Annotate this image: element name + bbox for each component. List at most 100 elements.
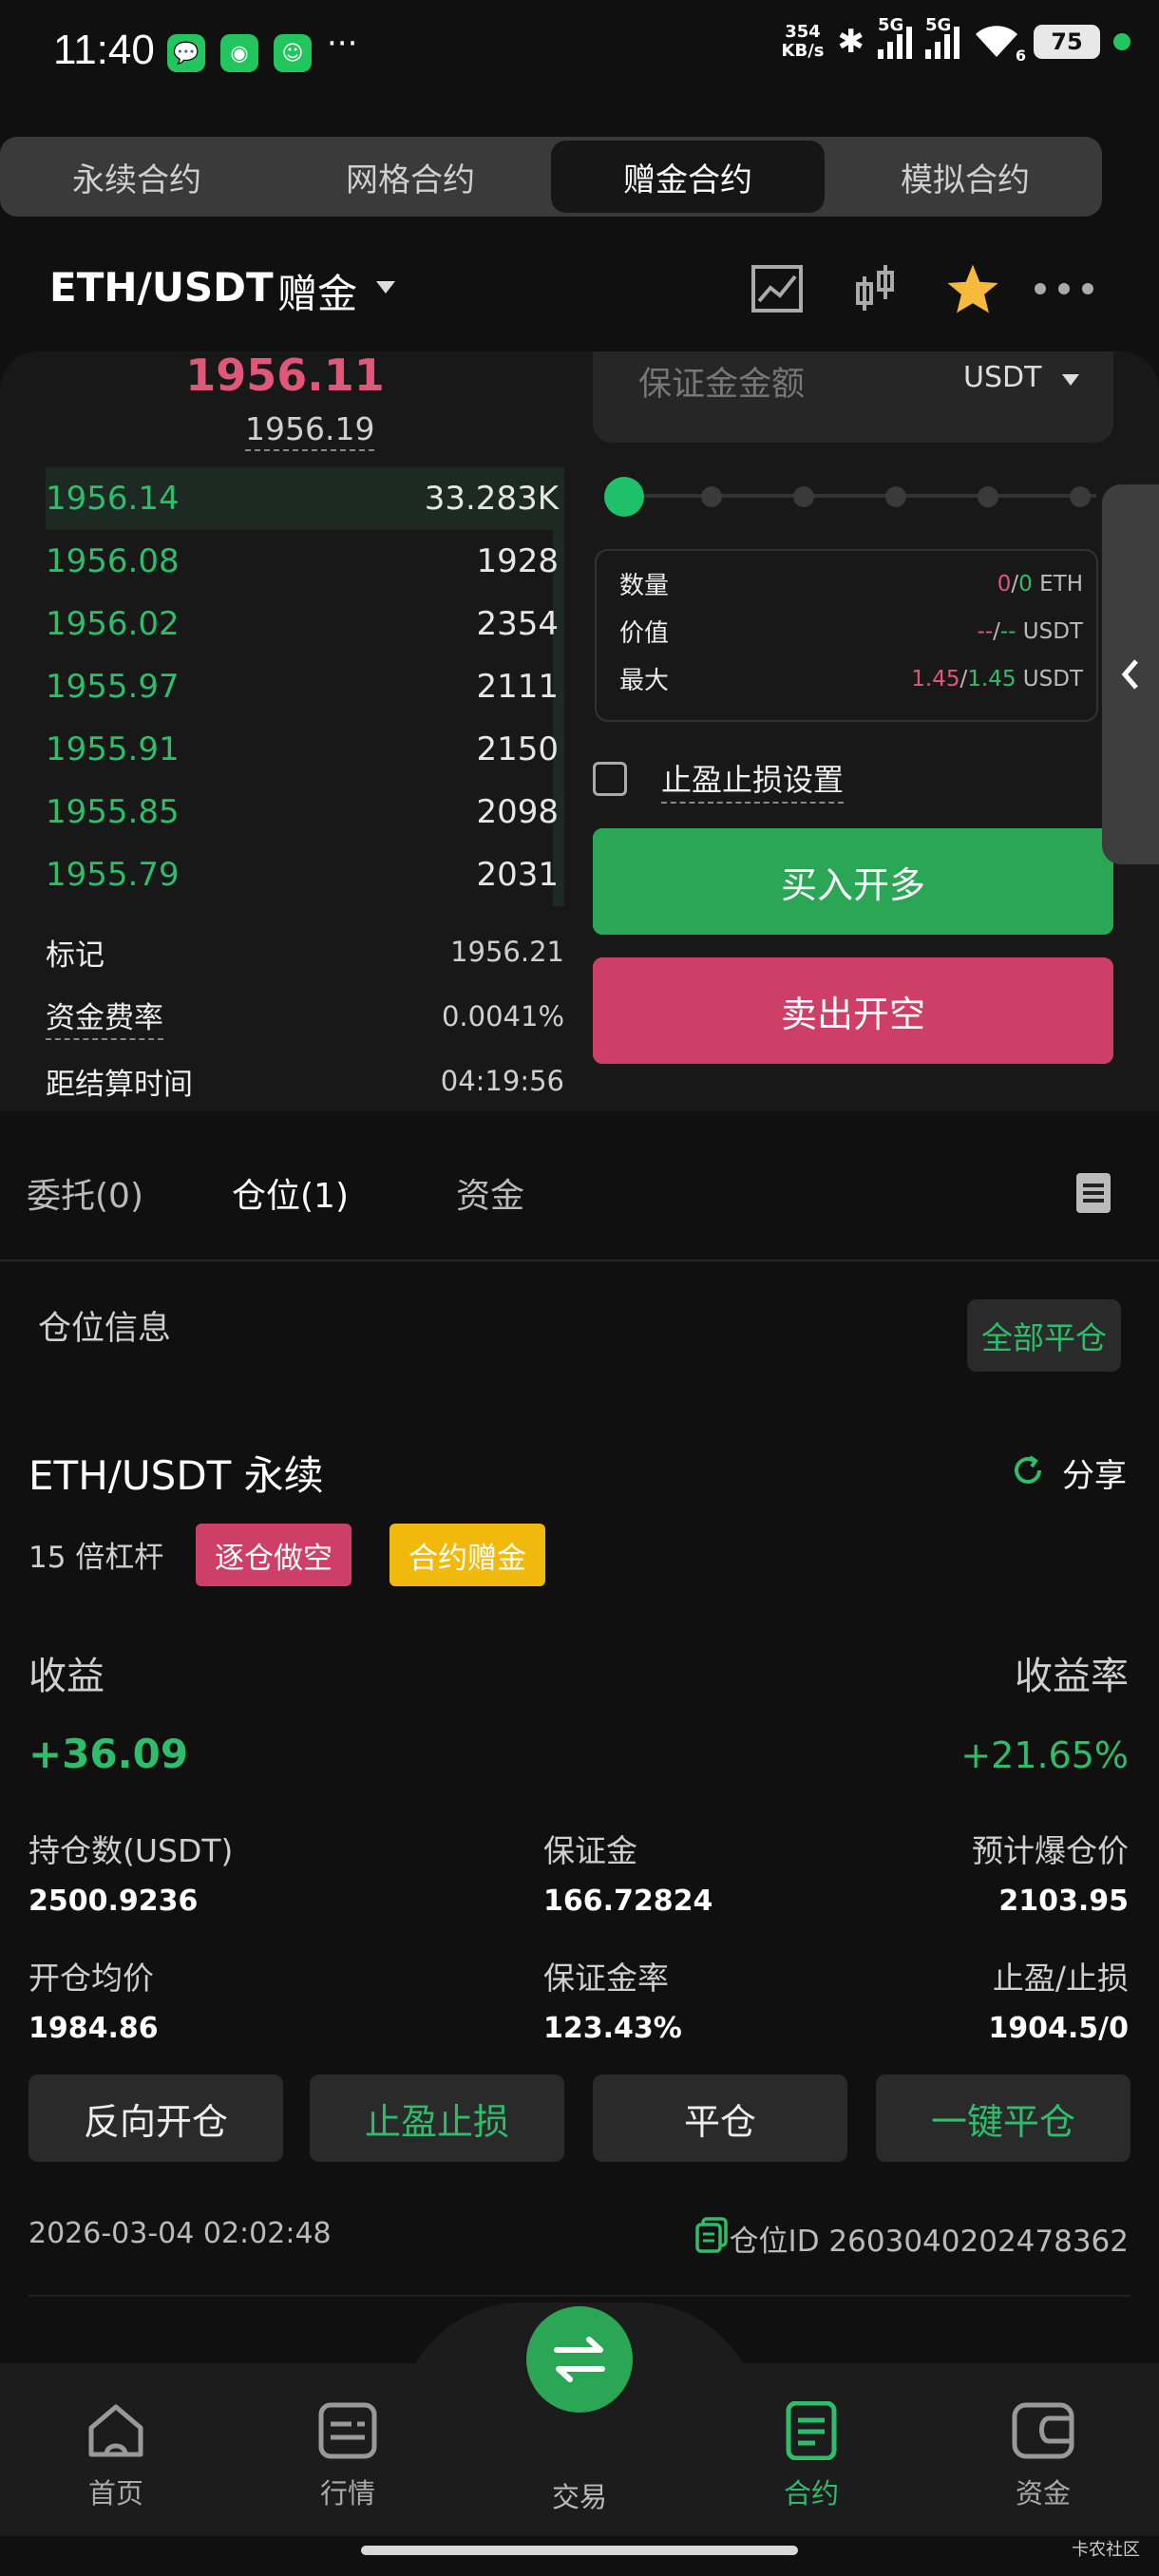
- home-icon: [88, 2404, 143, 2457]
- tpsl-label[interactable]: 止盈止损设置: [661, 756, 845, 804]
- roe-value: +21.65%: [960, 1734, 1129, 1776]
- bluetooth-icon: ✱: [837, 23, 865, 61]
- margin-ratio-value: 123.43%: [543, 2012, 682, 2045]
- separator: [28, 2295, 1130, 2297]
- max-row: 最大 1.45/1.45 USDT: [619, 666, 1083, 696]
- orderbook-row[interactable]: 1956.02 2354: [46, 595, 559, 653]
- pnl-value: +36.09: [28, 1731, 189, 1777]
- value-row: 价值 --/-- USDT: [619, 618, 1083, 649]
- swap-icon: [554, 2337, 605, 2382]
- slider-handle[interactable]: [604, 477, 644, 517]
- messages-app-icon: 💬: [167, 34, 205, 72]
- close-all-button[interactable]: 全部平仓: [967, 1299, 1121, 1372]
- watermark: 卡农社区: [1072, 2540, 1140, 2560]
- favorite-star-icon[interactable]: [944, 258, 1001, 319]
- section-title: 仓位信息: [38, 1310, 172, 1348]
- leverage-slider[interactable]: [604, 473, 1098, 519]
- tab-grid[interactable]: 网格合约: [274, 137, 547, 217]
- chevron-down-icon[interactable]: [1062, 374, 1079, 386]
- margin-amount-input[interactable]: 保证金金额 USDT: [593, 351, 1113, 443]
- side-badge: 逐仓做空: [196, 1524, 352, 1586]
- position-timestamp: 2026-03-04 02:02:48: [28, 2217, 332, 2250]
- nav-assets[interactable]: 资金: [967, 2401, 1119, 2511]
- tab-divider: [0, 1260, 1159, 1261]
- tpsl-button[interactable]: 止盈止损: [310, 2074, 564, 2162]
- bonus-badge: 合约赠金: [390, 1524, 545, 1586]
- tab-demo[interactable]: 模拟合约: [828, 137, 1102, 217]
- liq-value: 2103.95: [998, 1885, 1129, 1918]
- leverage-label: 15 倍杠杆: [28, 1541, 164, 1575]
- slider-track: [621, 494, 1096, 498]
- signal-2: 5G: [925, 15, 960, 59]
- buy-long-button[interactable]: 买入开多: [593, 828, 1113, 935]
- nav-contract[interactable]: 合约: [735, 2401, 887, 2511]
- nav-trade-label[interactable]: 交易: [504, 2475, 656, 2515]
- margin-label: 保证金: [543, 1832, 637, 1869]
- battery-icon: 75: [1034, 25, 1100, 59]
- tpsl-info-value: 1904.5/0: [988, 2012, 1129, 2045]
- orderbook-row[interactable]: 1956.14 33.283K: [46, 469, 559, 528]
- close-position-button[interactable]: 平仓: [593, 2074, 847, 2162]
- slider-step[interactable]: [885, 486, 906, 507]
- copy-icon[interactable]: [695, 2217, 730, 2253]
- tab-perpetual[interactable]: 永续合约: [0, 137, 274, 217]
- nav-market[interactable]: 行情: [272, 2401, 424, 2511]
- reverse-open-button[interactable]: 反向开仓: [28, 2074, 283, 2162]
- chart-icon[interactable]: [750, 258, 804, 319]
- roe-label: 收益率: [1015, 1655, 1129, 1698]
- nav-home[interactable]: 首页: [40, 2401, 192, 2511]
- entry-label: 开仓均价: [28, 1960, 154, 1997]
- document-icon[interactable]: [1075, 1172, 1112, 1214]
- wifi-icon: 6: [973, 25, 1026, 65]
- amount-unit-select[interactable]: USDT: [963, 361, 1041, 394]
- tpsl-checkbox[interactable]: [593, 762, 627, 796]
- chevron-down-icon[interactable]: [376, 281, 395, 294]
- contract-tabs: 永续合约 网格合约 赠金合约 模拟合约: [0, 137, 1102, 217]
- liq-label: 预计爆仓价: [972, 1832, 1129, 1869]
- mark-row: 标记 1956.21: [46, 936, 564, 973]
- pair-selector[interactable]: ETH/USDT: [49, 264, 274, 311]
- slider-step[interactable]: [978, 486, 998, 507]
- slider-step[interactable]: [701, 486, 722, 507]
- mode-label[interactable]: 赠金: [277, 262, 357, 320]
- amount-placeholder: 保证金金额: [638, 366, 806, 404]
- tab-orders[interactable]: 委托(0): [27, 1168, 143, 1218]
- sell-short-button[interactable]: 卖出开空: [593, 957, 1113, 1064]
- slider-step[interactable]: [1070, 486, 1091, 507]
- chevron-left-icon: [1121, 659, 1138, 690]
- position-id[interactable]: 仓位ID 2603040202478362: [730, 2217, 1129, 2260]
- margin-value: 166.72824: [543, 1885, 713, 1918]
- side-drawer-handle[interactable]: [1102, 484, 1159, 864]
- candlestick-icon[interactable]: [851, 258, 899, 319]
- slider-step[interactable]: [793, 486, 814, 507]
- wechat-app-icon: ◉: [220, 34, 258, 72]
- orderbook-row[interactable]: 1955.91 2150: [46, 720, 559, 779]
- more-notifications-icon: ···: [327, 25, 358, 63]
- tab-positions[interactable]: 仓位(1): [232, 1168, 349, 1218]
- share-icon[interactable]: [1011, 1453, 1045, 1487]
- home-indicator[interactable]: [361, 2546, 798, 2555]
- contract-icon: [786, 2401, 837, 2460]
- orderbook-row[interactable]: 1956.08 1928: [46, 532, 559, 591]
- more-icon[interactable]: [1034, 258, 1094, 319]
- tab-bonus[interactable]: 赠金合约: [551, 141, 825, 213]
- tab-funds[interactable]: 资金: [456, 1168, 524, 1218]
- last-price: 1956.11: [185, 350, 385, 401]
- orderbook-row[interactable]: 1955.79 2031: [46, 845, 559, 904]
- funding-row[interactable]: 资金费率 0.0041%: [46, 988, 564, 1045]
- position-symbol: ETH/USDT 永续: [28, 1452, 324, 1499]
- orderbook-row[interactable]: 1955.97 2111: [46, 657, 559, 716]
- signal-1: 5G: [878, 15, 912, 59]
- order-summary: 数量 0/0 ETH 价值 --/-- USDT 最大 1.45/1.45 US…: [595, 549, 1098, 722]
- one-click-close-button[interactable]: 一键平仓: [876, 2074, 1130, 2162]
- size-value: 2500.9236: [28, 1885, 199, 1918]
- tpsl-info-label: 止盈/止损: [992, 1960, 1129, 1997]
- pnl-label: 收益: [28, 1655, 104, 1698]
- orderbook-row[interactable]: 1955.85 2098: [46, 783, 559, 842]
- trade-button[interactable]: [526, 2306, 633, 2413]
- mi-app-icon: ☺: [274, 34, 312, 72]
- entry-value: 1984.86: [28, 2012, 159, 2045]
- net-speed: 354 KB/s: [781, 22, 825, 61]
- share-button[interactable]: 分享: [1062, 1449, 1127, 1496]
- status-right: 354 KB/s ✱ 5G 5G 6 75: [781, 15, 1130, 65]
